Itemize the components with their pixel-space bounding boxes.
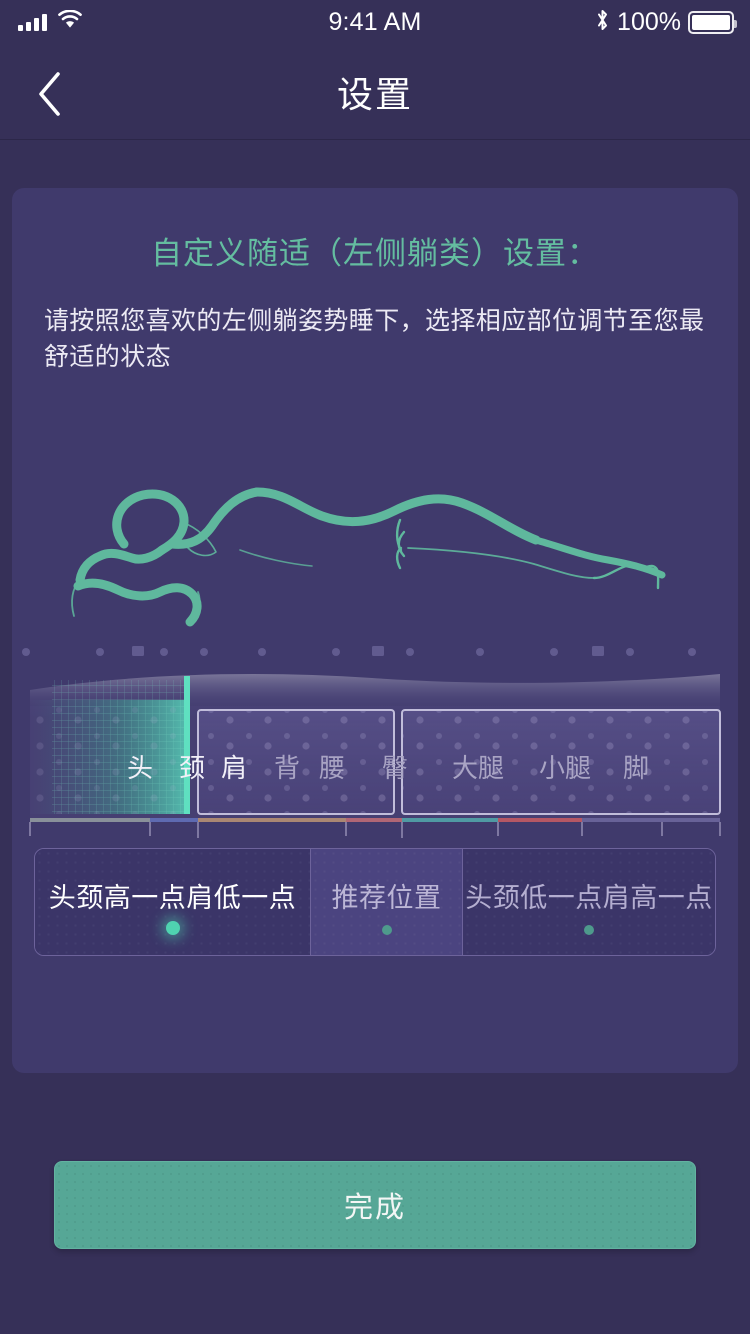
body-label-calf: 小腿 [538,753,592,783]
position-adjust-segmented-control: 头颈高一点肩低一点 推荐位置 头颈低一点肩高一点 [34,848,716,956]
segment-recommended-position[interactable]: 推荐位置 [311,849,463,955]
segment-label: 头颈高一点肩低一点 [48,882,297,913]
page-title: 设置 [336,74,413,115]
body-label-waist: 腰 [318,753,346,783]
indicator-dot [381,925,392,935]
done-button[interactable]: 完成 [54,1161,696,1249]
segment-head-lower-shoulder-higher[interactable]: 头颈低一点肩高一点 [463,849,715,955]
status-bar-right: 100% [595,0,737,44]
body-label-shoulder: 肩 [220,753,248,783]
app-screen: 9:41 AM 100% 设置 自定义随适（左侧躺类）设置： 请按照您喜欢的左侧… [0,0,750,1334]
body-label-head: 头 [126,753,154,783]
battery-percent-label: 100% [617,7,681,36]
bluetooth-icon [595,8,610,37]
selected-indicator-dot [165,921,180,935]
body-label-foot: 脚 [622,753,650,783]
done-button-label: 完成 [343,1192,406,1224]
segment-label: 推荐位置 [331,882,442,913]
card-title: 自定义随适（左侧躺类）设置： [151,236,599,271]
body-label-hip: 臀 [381,753,409,783]
body-label-back: 背 [273,753,301,783]
settings-card: 自定义随适（左侧躺类）设置： 请按照您喜欢的左侧躺姿势睡下，选择相应部位调节至您… [12,188,738,1073]
mattress-zone-head-active [30,676,190,814]
body-label-thigh: 大腿 [451,753,505,783]
status-bar: 9:41 AM 100% [0,0,750,44]
body-part-labels: 头 颈 肩 背 腰 臀 大腿 小腿 脚 [12,748,738,788]
navigation-bar: 设置 [0,44,750,140]
segment-label: 头颈低一点肩高一点 [465,882,713,913]
indicator-dot [584,925,594,935]
card-description: 请按照您喜欢的左侧躺姿势睡下，选择相应部位调节至您最舒适的状态 [44,307,705,371]
body-label-neck: 颈 [178,753,206,783]
segment-head-higher-shoulder-lower[interactable]: 头颈高一点肩低一点 [35,849,311,955]
battery-full-icon [688,10,737,34]
